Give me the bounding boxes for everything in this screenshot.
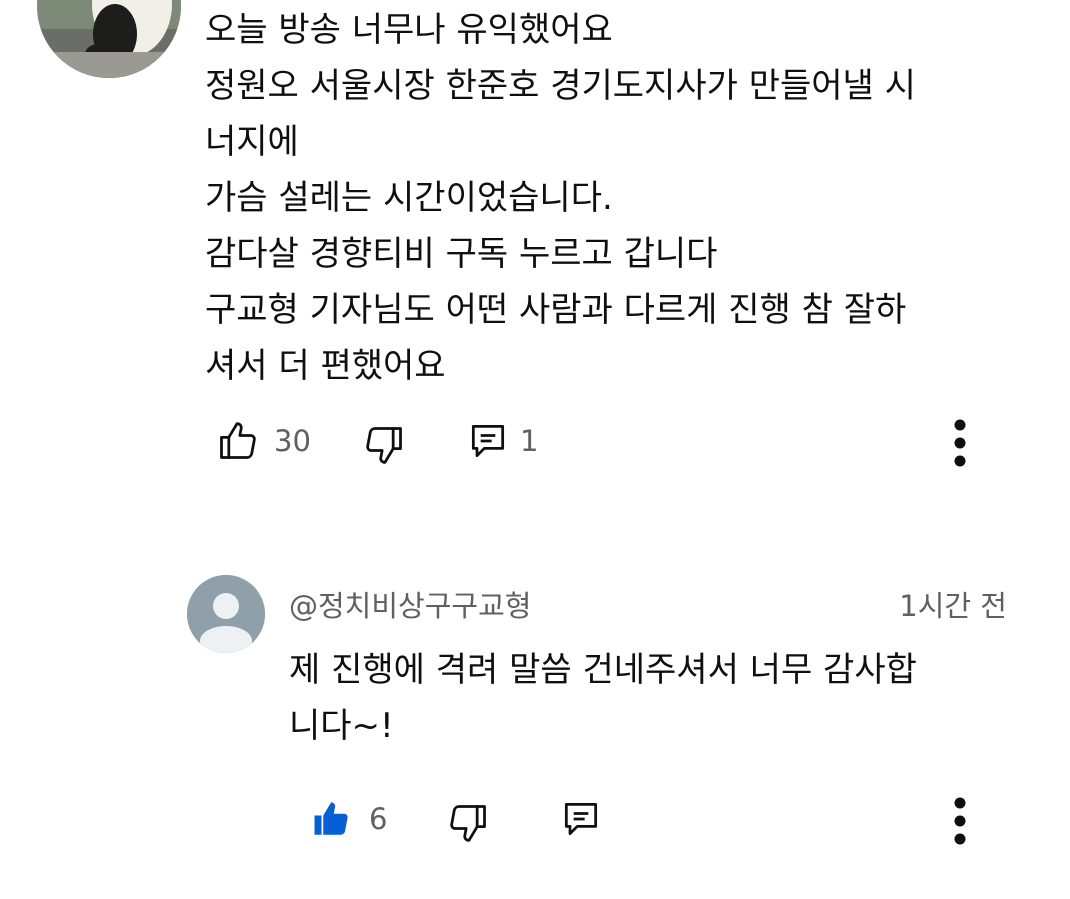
- reply-like-count: 6: [369, 802, 388, 836]
- comment-line: 오늘 방송 너무나 유익했어요: [205, 10, 613, 50]
- thumbs-down-icon: [446, 801, 490, 845]
- panda-photo: [37, 0, 181, 78]
- thumbs-up-filled-icon: [311, 798, 353, 840]
- comment-dislike-button[interactable]: [362, 423, 406, 467]
- reply-reply-button[interactable]: [559, 797, 603, 841]
- reply-line: 제 진행에 격려 말씀 건네주셔서 너무 감사합: [289, 650, 917, 690]
- comment-body: 오늘 방송 너무나 유익했어요 정원오 서울시장 한준호 경기도지사가 만들어낼…: [205, 2, 1045, 394]
- more-vertical-icon: [938, 417, 982, 469]
- comment-line: 셔서 더 편했어요: [205, 346, 446, 386]
- reply-comment-icon: [466, 419, 510, 463]
- reply-line: 니다~!: [289, 706, 394, 746]
- like-count: 30: [274, 424, 311, 458]
- reply-like-button[interactable]: 6: [311, 797, 387, 841]
- thumbs-up-icon: [216, 419, 260, 463]
- reply-more-button[interactable]: [938, 795, 982, 847]
- reply-author-handle[interactable]: @정치비상구구교형: [289, 583, 531, 625]
- more-vertical-icon: [938, 795, 982, 847]
- reply-comment-icon: [559, 797, 603, 841]
- comment-like-button[interactable]: 30: [216, 419, 311, 463]
- reply-dislike-button[interactable]: [446, 801, 490, 845]
- reply-body: 제 진행에 격려 말씀 건네주셔서 너무 감사합 니다~!: [289, 642, 1029, 754]
- comment-line: 가슴 설레는 시간이었습니다.: [205, 178, 613, 218]
- thumbs-down-icon: [362, 423, 406, 467]
- reply-timestamp: 1시간 전: [899, 589, 1007, 623]
- reply-count: 1: [520, 424, 539, 458]
- comment-more-button[interactable]: [938, 417, 982, 469]
- commenter-avatar[interactable]: [37, 0, 181, 78]
- comment-line: 감다살 경향티비 구독 누르고 갑니다: [205, 234, 718, 274]
- reply-avatar[interactable]: [187, 575, 265, 653]
- comment-line: 구교형 기자님도 어떤 사람과 다르게 진행 참 잘하: [205, 290, 907, 330]
- comment-line: 정원오 서울시장 한준호 경기도지사가 만들어낼 시: [205, 66, 916, 106]
- comment-line: 너지에: [205, 122, 299, 162]
- comment-reply-button[interactable]: 1: [466, 419, 538, 463]
- default-avatar-icon: [187, 575, 265, 653]
